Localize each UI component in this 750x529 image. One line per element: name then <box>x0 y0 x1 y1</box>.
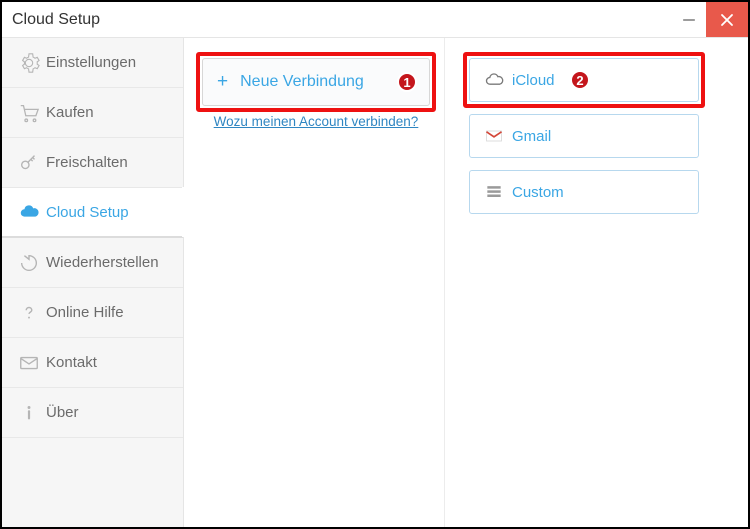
sidebar-item-label: Cloud Setup <box>46 204 129 221</box>
sidebar-item-settings[interactable]: Einstellungen <box>2 38 183 88</box>
server-icon <box>484 182 512 202</box>
sidebar-item-label: Einstellungen <box>46 54 136 71</box>
close-button[interactable] <box>706 2 748 37</box>
sidebar-item-label: Kontakt <box>46 354 97 371</box>
minimize-icon <box>679 10 699 30</box>
restore-icon <box>18 252 46 274</box>
window-controls <box>672 2 748 37</box>
callout-badge-1: 1 <box>397 72 417 92</box>
close-icon <box>717 10 737 30</box>
sidebar-item-label: Wiederherstellen <box>46 254 159 271</box>
mail-icon <box>18 352 46 374</box>
provider-option-icloud[interactable]: iCloud 2 <box>469 58 699 102</box>
gmail-icon <box>484 126 512 146</box>
plus-icon: + <box>217 71 228 93</box>
sidebar-item-about[interactable]: Über <box>2 388 183 438</box>
sidebar-item-label: Online Hilfe <box>46 304 124 321</box>
sidebar-item-label: Kaufen <box>46 104 94 121</box>
cloud-icon <box>18 201 46 223</box>
sidebar-item-label: Freischalten <box>46 154 128 171</box>
key-icon <box>18 152 46 174</box>
sidebar-item-buy[interactable]: Kaufen <box>2 88 183 138</box>
sidebar-item-restore[interactable]: Wiederherstellen <box>2 238 183 288</box>
titlebar: Cloud Setup <box>2 2 748 38</box>
info-icon <box>18 402 46 424</box>
question-icon <box>18 302 46 324</box>
sidebar-item-help[interactable]: Online Hilfe <box>2 288 183 338</box>
provider-panel: iCloud 2 Gmail Custom <box>444 38 748 527</box>
window-title: Cloud Setup <box>12 11 100 29</box>
provider-label: Gmail <box>512 128 551 145</box>
new-connection-label: Neue Verbindung <box>240 73 364 91</box>
sidebar-item-unlock[interactable]: Freischalten <box>2 138 183 188</box>
callout-badge-2: 2 <box>570 70 590 90</box>
minimize-button[interactable] <box>672 2 706 37</box>
main-area: Einstellungen Kaufen Freischalten Cloud … <box>2 38 748 527</box>
why-connect-link[interactable]: Wozu meinen Account verbinden? <box>202 114 430 129</box>
provider-option-gmail[interactable]: Gmail <box>469 114 699 158</box>
provider-label: Custom <box>512 184 564 201</box>
sidebar-item-cloud-setup[interactable]: Cloud Setup <box>2 188 183 238</box>
content-area: + Neue Verbindung 1 Wozu meinen Account … <box>184 38 748 527</box>
connection-panel: + Neue Verbindung 1 Wozu meinen Account … <box>184 38 444 527</box>
gear-icon <box>18 52 46 74</box>
sidebar-item-label: Über <box>46 404 79 421</box>
provider-option-custom[interactable]: Custom <box>469 170 699 214</box>
sidebar: Einstellungen Kaufen Freischalten Cloud … <box>2 38 184 527</box>
sidebar-item-contact[interactable]: Kontakt <box>2 338 183 388</box>
cart-icon <box>18 102 46 124</box>
cloud-outline-icon <box>484 70 512 90</box>
new-connection-button[interactable]: + Neue Verbindung 1 <box>202 58 430 106</box>
provider-label: iCloud <box>512 72 555 89</box>
